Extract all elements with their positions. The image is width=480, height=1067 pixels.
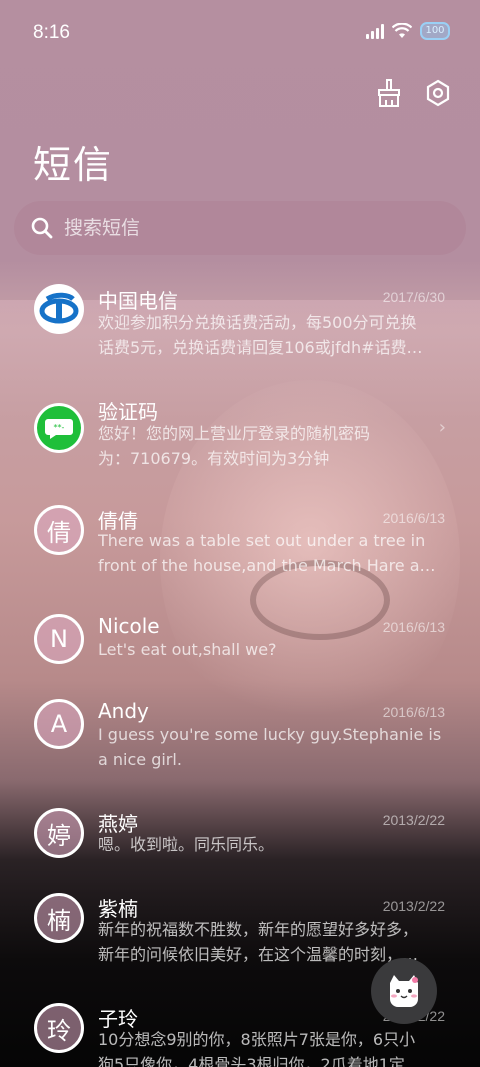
conversation-item[interactable]: N Nicole 2016/6/13 Let's eat out,shall w… (0, 614, 480, 676)
message-preview: 您好！您的网上营业厅登录的随机密码 为：710679。有效时间为3分钟 (98, 424, 371, 468)
cat-mascot-icon (390, 975, 418, 1007)
message-date: 2016/6/13 (382, 510, 445, 526)
battery-icon: 100 (420, 22, 450, 40)
message-date: 2016/6/13 (382, 619, 445, 635)
page-title: 短信 (33, 143, 114, 187)
contact-name: Nicole (98, 614, 160, 638)
avatar: 婷 (34, 808, 84, 858)
avatar: 楠 (34, 893, 84, 943)
compose-button[interactable] (371, 958, 437, 1024)
message-date: 2013/2/22 (382, 898, 445, 914)
svg-text:**-: **- (54, 423, 65, 432)
conversation-item[interactable]: 婷 燕婷 2013/2/22 嗯。收到啦。同乐同乐。 (0, 808, 480, 868)
message-preview: There was a table set out under a tree i… (98, 531, 444, 575)
conversation-item[interactable]: A Andy 2016/6/13 I guess you're some luc… (0, 699, 480, 785)
broom-clean-icon[interactable] (374, 78, 402, 108)
search-bar[interactable] (14, 201, 466, 255)
settings-icon[interactable] (424, 78, 452, 108)
status-time: 8:16 (33, 22, 70, 43)
message-preview: I guess you're some lucky guy.Stephanie … (98, 725, 442, 769)
avatar: N (34, 614, 84, 664)
message-bubble-icon: **- (34, 403, 84, 453)
message-preview: 10分想念9别的你，8张照片7张是你，6只小 狗5只像你，4根骨头3根归你，2爪… (98, 1030, 416, 1067)
avatar: A (34, 699, 84, 749)
signal-icon (366, 23, 384, 39)
avatar: 倩 (34, 505, 84, 555)
status-icons: 100 (366, 22, 450, 40)
message-date: 2016/6/13 (382, 704, 445, 720)
status-bar: 8:16 100 (0, 0, 480, 66)
message-preview: Let's eat out,shall we? (98, 640, 277, 659)
message-date: 2013/2/22 (382, 812, 445, 828)
message-preview: 欢迎参加积分兑换话费活动，每500分可兑换 话费5元，兑换话费请回复106或jf… (98, 313, 423, 357)
telecom-logo-icon (34, 284, 84, 334)
search-input[interactable] (64, 217, 444, 239)
wifi-icon (392, 23, 412, 38)
conversation-item[interactable]: 倩 倩倩 2016/6/13 There was a table set out… (0, 505, 480, 591)
search-icon (31, 217, 53, 239)
top-actions (374, 78, 452, 108)
contact-name: Andy (98, 699, 149, 723)
conversation-item[interactable]: 中国电信 2017/6/30 欢迎参加积分兑换话费活动，每500分可兑换 话费5… (0, 284, 480, 370)
message-preview: 嗯。收到啦。同乐同乐。 (98, 835, 275, 854)
conversation-item[interactable]: **- 验证码 › 您好！您的网上营业厅登录的随机密码 为：710679。有效时… (0, 395, 480, 481)
avatar: 玲 (34, 1003, 84, 1053)
message-date: 2017/6/30 (382, 289, 445, 305)
